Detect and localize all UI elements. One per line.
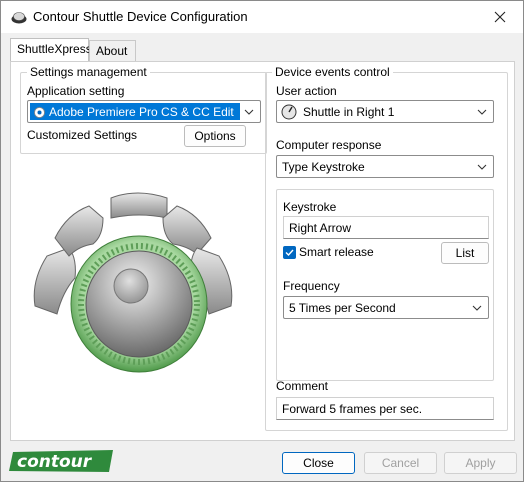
keystroke-value: Right Arrow <box>289 220 352 235</box>
app-window: Contour Shuttle Device Configuration Shu… <box>0 0 524 482</box>
shuttle-device-illustration <box>33 192 233 373</box>
title-bar: Contour Shuttle Device Configuration <box>1 1 523 33</box>
button-2 <box>54 205 104 257</box>
chevron-down-icon <box>477 164 487 170</box>
frequency-label: Frequency <box>283 279 340 293</box>
keystroke-field[interactable]: Right Arrow <box>283 216 489 239</box>
chevron-down-icon <box>244 109 254 115</box>
chevron-down-icon <box>477 109 487 115</box>
device-events-group: Device events control User action Shuttl… <box>265 65 508 431</box>
svg-text:contour: contour <box>17 452 93 472</box>
customized-settings-label: Customized Settings <box>27 128 138 142</box>
tab-about[interactable]: About <box>89 40 136 62</box>
checkmark-icon <box>285 249 294 257</box>
application-setting-value: Adobe Premiere Pro CS & CC Edit <box>30 103 240 120</box>
button-3 <box>110 192 168 219</box>
smart-release-checkbox[interactable] <box>283 246 296 259</box>
tab-shuttlexpress[interactable]: ShuttleXpress <box>10 38 92 62</box>
computer-response-value: Type Keystroke <box>282 159 365 174</box>
keystroke-label: Keystroke <box>283 200 337 214</box>
settings-management-group: Settings management Application setting … <box>20 65 267 154</box>
smart-release-label: Smart release <box>299 245 374 259</box>
application-setting-label: Application setting <box>27 84 125 98</box>
comment-value: Forward 5 frames per sec. <box>282 401 423 416</box>
computer-response-label: Computer response <box>276 138 382 152</box>
shuttle-knob-icon <box>281 104 297 120</box>
user-action-value: Shuttle in Right 1 <box>303 104 395 119</box>
options-button[interactable]: Options <box>184 125 246 147</box>
computer-response-dropdown[interactable]: Type Keystroke <box>276 155 494 178</box>
cancel-button[interactable]: Cancel <box>364 452 437 474</box>
tab-panel: Settings management Application setting … <box>10 61 515 441</box>
close-button[interactable]: Close <box>282 452 355 474</box>
list-button[interactable]: List <box>441 242 489 264</box>
shuttle-app-icon <box>11 12 27 24</box>
chevron-down-icon <box>472 305 482 311</box>
close-icon <box>494 11 506 23</box>
close-window-button[interactable] <box>477 1 523 33</box>
apply-button[interactable]: Apply <box>444 452 517 474</box>
frequency-value: 5 Times per Second <box>289 300 396 315</box>
window-title: Contour Shuttle Device Configuration <box>33 9 248 24</box>
button-1 <box>33 247 76 315</box>
application-icon <box>34 107 45 118</box>
contour-logo: contour <box>9 450 113 472</box>
comment-field[interactable]: Forward 5 frames per sec. <box>276 397 494 420</box>
application-setting-dropdown[interactable]: Adobe Premiere Pro CS & CC Edit <box>27 100 261 123</box>
settings-management-title: Settings management <box>27 65 150 79</box>
device-events-title: Device events control <box>272 65 393 79</box>
frequency-dropdown[interactable]: 5 Times per Second <box>283 296 489 319</box>
user-action-label: User action <box>276 84 337 98</box>
response-details-box: Keystroke Right Arrow Smart release List… <box>276 189 494 381</box>
comment-label: Comment <box>276 379 329 393</box>
user-action-dropdown[interactable]: Shuttle in Right 1 <box>276 100 494 123</box>
